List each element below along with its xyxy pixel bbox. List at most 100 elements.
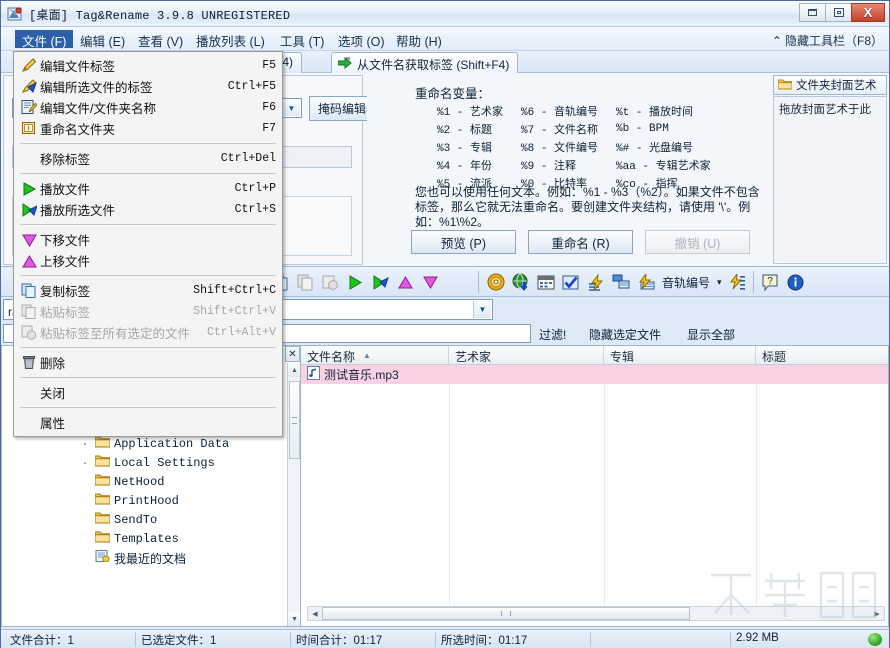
menu-tools[interactable]: 工具 (T) — [273, 30, 331, 48]
expander-icon[interactable]: ▸ — [80, 458, 91, 469]
tree-node-label: SendTo — [114, 513, 157, 527]
autonumber-icon[interactable] — [727, 271, 749, 293]
menu-item-accel: Ctrl+F5 — [214, 80, 276, 93]
chevron-down-icon[interactable]: ▼ — [282, 100, 300, 116]
folder-icon — [95, 455, 110, 471]
status-total-time: 时间合计：01:17 — [290, 632, 435, 647]
menu-separator — [20, 173, 276, 174]
menu-item-rename-folder[interactable]: I 重命名文件夹 F7 — [14, 118, 282, 139]
cover-art-dropzone[interactable]: 拖放封面艺术于此 — [773, 96, 887, 264]
status-selected-time: 所选时间：01:17 — [435, 632, 590, 647]
tree-node-recent-documents[interactable]: 我最近的文档 — [80, 548, 186, 568]
var-cell: %9 - 注释 — [507, 157, 602, 175]
menu-options[interactable]: 选项 (O) — [331, 30, 392, 48]
tree-node-printhood[interactable]: PrintHood — [80, 491, 179, 511]
table-row[interactable]: 测试音乐.mp3 — [301, 365, 889, 384]
column-header-artist[interactable]: 艺术家 — [449, 346, 604, 365]
tree-node-sendto[interactable]: SendTo — [80, 510, 157, 530]
chevron-down-icon[interactable]: ▼ — [473, 301, 491, 318]
minimize-button[interactable] — [799, 3, 826, 22]
tree-node-application-data[interactable]: ▸ Application Data — [80, 434, 229, 454]
menu-item-label: 播放所选文件 — [40, 200, 115, 219]
chevron-down-icon[interactable]: ▾ — [715, 277, 724, 288]
close-tree-pane-button[interactable]: ✕ — [285, 346, 300, 362]
hide-toolbar-button[interactable]: ⌃隐藏工具栏（F8） — [772, 32, 883, 49]
toolbar-separator — [478, 271, 479, 293]
menu-item-accel: Ctrl+P — [221, 182, 276, 195]
scroll-down-arrow[interactable]: ▼ — [288, 612, 301, 626]
menu-item-close[interactable]: 关闭 — [14, 382, 282, 403]
column-label: 文件名称 — [307, 350, 355, 364]
arrow-right-icon — [338, 57, 352, 72]
globe-download-icon[interactable] — [510, 271, 532, 293]
menu-item-edit-file-tags[interactable]: 编辑文件标签 F5 — [14, 55, 282, 76]
menu-item-label: 删除 — [40, 353, 65, 372]
toolbar-separator — [753, 271, 754, 293]
menu-item-label: 移除标签 — [40, 149, 90, 168]
menu-item-accel: Ctrl+Del — [207, 152, 276, 165]
tree-node-templates[interactable]: Templates — [80, 529, 179, 549]
menu-separator — [20, 347, 276, 348]
menu-item-play-selected[interactable]: 播放所选文件 Ctrl+S — [14, 199, 282, 220]
close-button[interactable]: X — [851, 3, 885, 22]
play-icon — [18, 180, 40, 198]
play-selected-icon[interactable] — [369, 271, 391, 293]
menu-separator — [20, 377, 276, 378]
tree-node-label: 我最近的文档 — [114, 550, 186, 567]
expander-icon[interactable]: ▸ — [80, 439, 91, 450]
var-cell: %1 - 艺术家 — [437, 103, 507, 121]
move-down-icon[interactable] — [419, 271, 441, 293]
autonumber-dropdown-label[interactable]: 音轨编号 — [660, 274, 712, 291]
column-header-album[interactable]: 专辑 — [604, 346, 756, 365]
rename-button[interactable]: 重命名 (R) — [528, 230, 633, 254]
menu-item-label: 复制标签 — [40, 281, 90, 300]
scroll-thumb[interactable] — [322, 607, 690, 620]
about-icon[interactable] — [784, 271, 806, 293]
menu-view[interactable]: 查看 (V) — [131, 30, 190, 48]
calendar-icon[interactable] — [535, 271, 557, 293]
rename-folder-icon: I — [18, 120, 40, 138]
lightning-tag-icon[interactable] — [585, 271, 607, 293]
menu-item-copy-tags[interactable]: 复制标签 Shift+Ctrl+C — [14, 280, 282, 301]
column-header-title[interactable]: 标题 — [756, 346, 889, 365]
help-icon[interactable]: ? — [759, 271, 781, 293]
scroll-left-arrow[interactable]: ◀ — [308, 607, 322, 620]
menu-item-rename-file[interactable]: 编辑文件/文件夹名称 F6 — [14, 97, 282, 118]
tree-vertical-scrollbar[interactable]: ▲ ▼ — [287, 363, 301, 626]
maximize-button[interactable] — [825, 3, 852, 22]
filter-button[interactable]: 过滤! — [539, 326, 566, 343]
menu-file[interactable]: 文件 (F) — [15, 30, 73, 48]
menu-item-properties[interactable]: 属性 — [14, 412, 282, 433]
menu-help[interactable]: 帮助 (H) — [389, 30, 449, 48]
organize-icon[interactable] — [610, 271, 632, 293]
scroll-up-arrow[interactable]: ▲ — [288, 363, 301, 377]
lightning-list-icon[interactable] — [635, 271, 657, 293]
menu-item-edit-selected-tags[interactable]: 编辑所选文件的标签 Ctrl+F5 — [14, 76, 282, 97]
menu-item-delete[interactable]: 删除 — [14, 352, 282, 373]
scroll-right-arrow[interactable]: ▶ — [870, 607, 884, 620]
menu-item-move-down[interactable]: 下移文件 — [14, 229, 282, 250]
check-tag-icon[interactable] — [560, 271, 582, 293]
column-header-filename[interactable]: 文件名称 ▲ — [301, 346, 449, 365]
play-file-icon[interactable] — [344, 271, 366, 293]
cover-art-header[interactable]: 文件夹封面艺术 — [773, 75, 887, 95]
file-list-horizontal-scrollbar[interactable]: ◀ ▶ — [307, 606, 885, 621]
tab-tags-from-filename[interactable]: 从文件名获取标签 (Shift+F4) — [331, 52, 518, 73]
menu-item-accel: F6 — [248, 101, 276, 114]
scroll-thumb[interactable] — [289, 381, 300, 459]
cd-disc-icon[interactable] — [485, 271, 507, 293]
preview-button[interactable]: 预览 (P) — [411, 230, 516, 254]
move-up-icon[interactable] — [394, 271, 416, 293]
toolbar-group-help: ? — [759, 270, 806, 294]
menu-item-remove-tags[interactable]: 移除标签 Ctrl+Del — [14, 148, 282, 169]
menu-item-move-up[interactable]: 上移文件 — [14, 250, 282, 271]
move-up-icon — [18, 252, 40, 270]
tree-node-nethood[interactable]: NetHood — [80, 472, 164, 492]
show-all-button[interactable]: 显示全部 — [687, 326, 735, 343]
tree-node-local-settings[interactable]: ▸ Local Settings — [80, 453, 215, 473]
menu-edit[interactable]: 编辑 (E) — [73, 30, 132, 48]
menu-playlist[interactable]: 播放列表 (L) — [189, 30, 272, 48]
hide-selected-button[interactable]: 隐藏选定文件 — [589, 326, 661, 343]
menu-item-play-file[interactable]: 播放文件 Ctrl+P — [14, 178, 282, 199]
var-cell: %8 - 文件编号 — [507, 139, 602, 157]
